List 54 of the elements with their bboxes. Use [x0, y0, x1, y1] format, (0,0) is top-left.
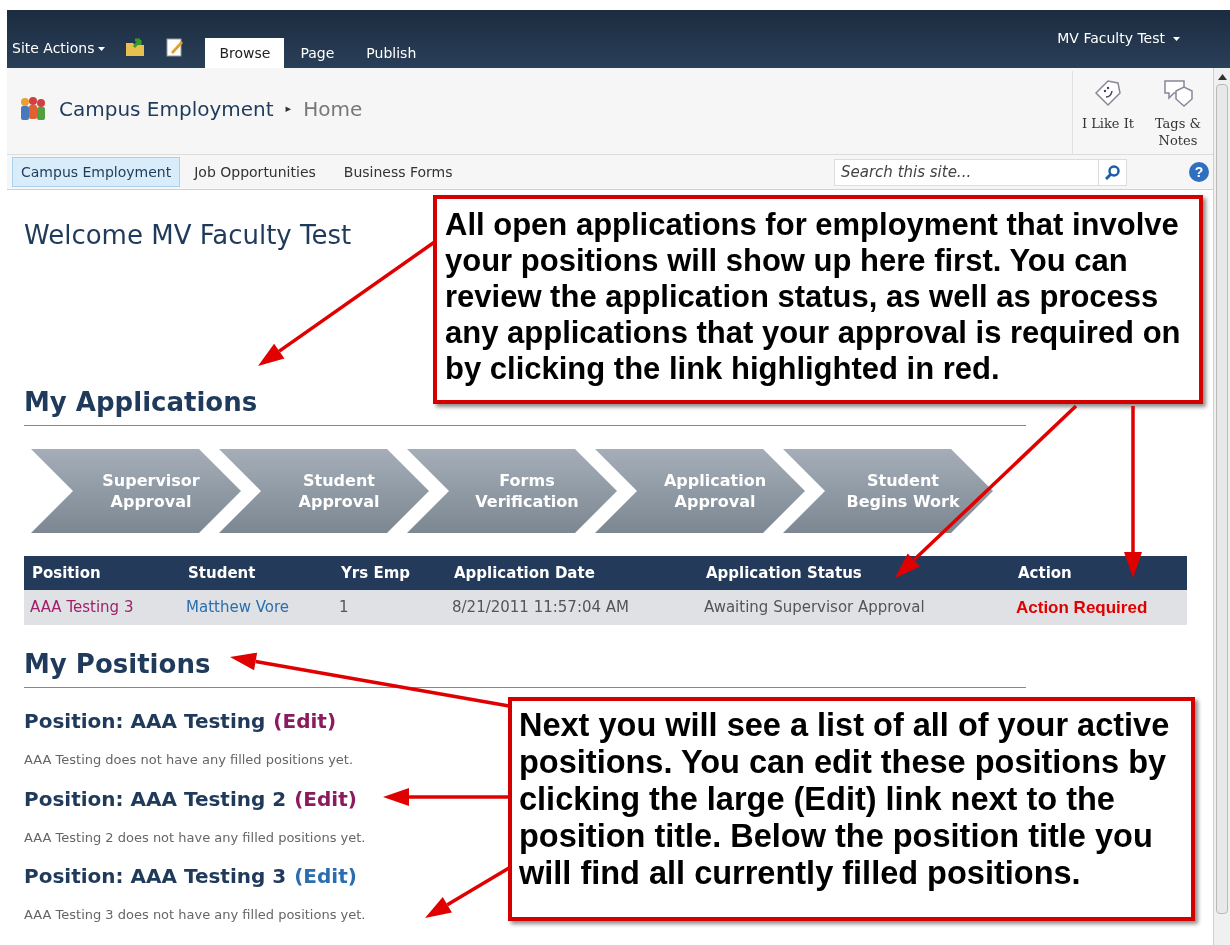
callout-box: All open applications for employment that involve your positions will show up here first. You can review the application status, as well as process any applications that your approval is required on by clicking the link highlighted in red. [433, 195, 1203, 404]
process-step: Forms Verification [407, 449, 617, 533]
scrollbar[interactable] [1213, 68, 1230, 945]
column-header: Action [1017, 562, 1073, 584]
scroll-up-icon[interactable] [1217, 74, 1227, 80]
column-header: Application Status [705, 562, 863, 584]
speech-tag-icon [1162, 77, 1194, 109]
table-cell-text: Awaiting Supervisor Approval [703, 597, 926, 619]
site-title-link[interactable]: Campus Employment [59, 94, 274, 124]
process-step: Student Begins Work [783, 449, 993, 533]
position-title: Position: AAA Testing [24, 708, 266, 735]
ribbon-tab[interactable]: Publish [350, 38, 433, 68]
search-field[interactable]: Search this site... [834, 158, 1099, 186]
column-header: Student [187, 562, 257, 584]
nav-link[interactable]: Business Forms [329, 157, 467, 187]
edit-link[interactable]: (Edit) [294, 783, 357, 814]
edit-page-icon[interactable] [165, 37, 186, 57]
table-cell-text: 8/21/2011 11:57:04 AM [451, 597, 631, 619]
empty-positions-note: AAA Testing 3 does not have any filled positions yet. [24, 906, 366, 924]
edit-link[interactable]: (Edit) [273, 706, 337, 736]
position-title: Position: AAA Testing 2 [24, 785, 287, 813]
folder-icon[interactable] [125, 37, 146, 57]
column-header: Yrs Emp [340, 562, 412, 584]
welcome-heading: Welcome MV Faculty Test [24, 219, 352, 252]
user-menu[interactable]: MV Faculty Test [1057, 28, 1180, 49]
ribbon-tab[interactable]: Page [284, 38, 351, 68]
empty-positions-note: AAA Testing does not have any filled positions yet. [24, 751, 354, 769]
nav-link[interactable]: Job Opportunities [180, 157, 330, 187]
position-title: Position: AAA Testing 3 [24, 863, 287, 890]
action-required-link[interactable]: Action Required [1010, 594, 1187, 621]
student-link[interactable]: Matthew Vore [180, 596, 333, 619]
smiley-tag-icon [1092, 77, 1124, 109]
position-link[interactable]: AAA Testing 3 [24, 596, 180, 619]
empty-positions-note: AAA Testing 2 does not have any filled positions yet. [24, 828, 366, 847]
search-button[interactable] [1099, 158, 1127, 186]
process-step: Application Approval [595, 449, 805, 533]
process-step: Supervisor Approval [31, 449, 241, 533]
caret-icon [98, 46, 106, 51]
tags-notes-button[interactable]: Tags & Notes [1143, 71, 1213, 157]
edit-link[interactable]: (Edit) [294, 861, 357, 891]
callout-box: Next you will see a list of all of your active positions. You can edit these positions by clicking the large (Edit) link next to the position title. Below the position title you will find all currently filled positions. [508, 697, 1195, 921]
i-like-it-button[interactable]: I Like It [1073, 71, 1143, 157]
process-step: Student Approval [219, 449, 429, 533]
help-button[interactable]: ? [1189, 162, 1209, 182]
site-actions-menu[interactable]: Site Actions [12, 38, 106, 63]
search-icon [1105, 164, 1120, 180]
ribbon-tab[interactable]: Browse [205, 38, 285, 68]
column-header: Position [31, 562, 102, 584]
breadcrumb-separator: ▸ [285, 100, 292, 117]
column-header: Application Date [453, 562, 596, 584]
caret-icon [1173, 36, 1180, 41]
nav-link[interactable]: Campus Employment [12, 157, 181, 187]
page-title: Home [303, 96, 363, 123]
table-cell-text: 1 [338, 597, 350, 619]
